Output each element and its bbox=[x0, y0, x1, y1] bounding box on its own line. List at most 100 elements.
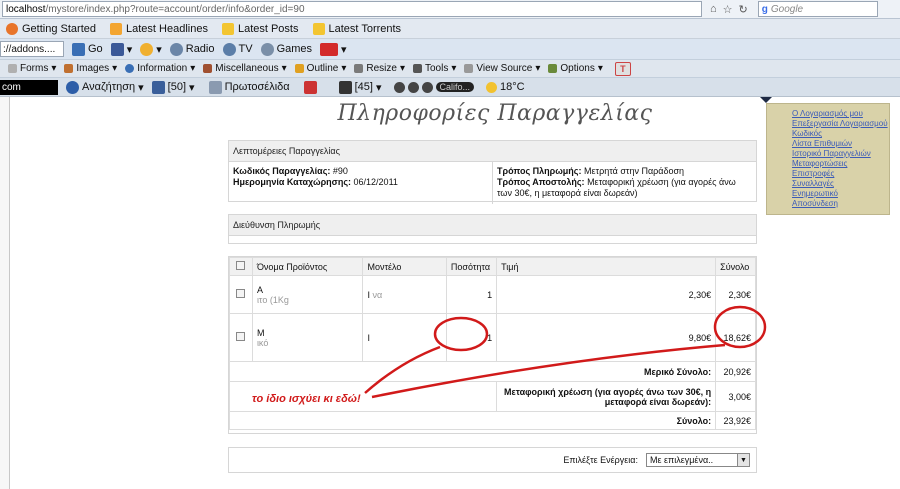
model-cell: Ι bbox=[362, 313, 447, 362]
menu-miscellaneous[interactable]: Miscellaneous ▾ bbox=[203, 63, 287, 74]
menu-tools[interactable]: Tools ▾ bbox=[413, 63, 456, 74]
bookmark-label: Latest Torrents bbox=[328, 22, 402, 35]
menu-label: Miscellaneous bbox=[215, 63, 279, 74]
col-product-name: Όνομα Προϊόντος bbox=[251, 257, 364, 276]
bookmark-latest-torrents[interactable]: Latest Torrents bbox=[312, 22, 402, 35]
menu-resize[interactable]: Resize ▾ bbox=[354, 63, 405, 74]
action-select[interactable]: Με επιλεγμένα.. ▼ bbox=[646, 453, 750, 467]
feed-icon bbox=[110, 22, 122, 35]
left-sidebar-edge bbox=[0, 97, 10, 489]
firefox-icon bbox=[6, 22, 18, 35]
folder-icon bbox=[312, 22, 325, 35]
go-button[interactable]: Go bbox=[72, 42, 103, 56]
menu-label: Resize bbox=[366, 63, 397, 74]
menu-label: Information bbox=[137, 63, 188, 74]
subtotal-label: Μερικό Σύνολο: bbox=[228, 361, 717, 382]
home-news-label: Πρωτοσέλιδα bbox=[224, 81, 290, 93]
menu-view-source[interactable]: View Source ▾ bbox=[464, 63, 540, 74]
row-checkbox[interactable] bbox=[236, 289, 246, 298]
summary-label: Μεταφορική χρέωση (για αγορές άνω των 30… bbox=[504, 386, 712, 407]
menu-link-logout[interactable]: Αποσύνδεση bbox=[792, 199, 889, 209]
page-title: Πληροφορίες Παραγγελίας bbox=[337, 101, 653, 126]
model-extra: να bbox=[372, 289, 383, 300]
temperature: 18°C bbox=[500, 81, 525, 93]
product-name-extra: ιτο (1Kg bbox=[256, 294, 289, 305]
games-label: Games bbox=[276, 43, 313, 55]
media-player[interactable]: Califo... bbox=[393, 81, 475, 93]
menu-options[interactable]: Options ▾ bbox=[548, 63, 603, 74]
menu-link-password[interactable]: Κωδικός bbox=[792, 129, 889, 139]
bookmark-label: Latest Headlines bbox=[126, 22, 208, 35]
bookmark-label: Latest Posts bbox=[237, 22, 299, 35]
payment-method-label: Τρόπος Πληρωμής: bbox=[497, 166, 582, 176]
table-row: Αιτο (1Kg Ι να 1 2,30€ 2,30€ bbox=[229, 275, 756, 314]
weather-widget[interactable]: 18°C bbox=[486, 81, 525, 93]
col-total: Σύνολο bbox=[715, 257, 756, 276]
arrow-right-icon bbox=[72, 42, 85, 56]
player-track: Califo... bbox=[435, 82, 475, 92]
total-cell: 18,62€ bbox=[715, 313, 756, 362]
menu-information[interactable]: Information ▾ bbox=[125, 63, 195, 74]
menu-label: Outline bbox=[306, 63, 339, 74]
rss-button[interactable]: [50] ▾ bbox=[151, 80, 195, 94]
menu-label: Images bbox=[76, 63, 110, 74]
summary-row: Σύνολο: 23,92€ bbox=[228, 411, 756, 430]
star-icon[interactable]: ☆ bbox=[723, 3, 733, 16]
menu-link-downloads[interactable]: Μεταφορτώσεις bbox=[792, 159, 889, 169]
menu-outline[interactable]: Outline ▾ bbox=[294, 63, 346, 74]
account-menu: Ο Λογαριασμός μου Επεξεργασία Λογαριασμο… bbox=[766, 103, 890, 215]
bookmark-latest-headlines[interactable]: Latest Headlines bbox=[110, 22, 208, 35]
home-icon[interactable]: ⌂ bbox=[710, 3, 717, 15]
menu-link-newsletter[interactable]: Ενημερωτικό bbox=[792, 189, 889, 199]
toolbar-search-input[interactable]: com bbox=[0, 79, 58, 95]
annotation-text: το ίδιο ισχύει κι εδώ! bbox=[252, 393, 361, 405]
address-input[interactable]: localhost/mystore/index.php?route=accoun… bbox=[2, 1, 702, 17]
price-cell: 2,30€ bbox=[496, 275, 717, 314]
menu-label: Forms bbox=[20, 63, 49, 74]
reload-icon[interactable]: ↻ bbox=[739, 3, 748, 16]
mail-button[interactable]: [45] ▾ bbox=[338, 80, 382, 94]
options-icon bbox=[548, 64, 558, 73]
radio-button[interactable]: Radio bbox=[169, 42, 215, 56]
bookmark-getting-started[interactable]: Getting Started bbox=[6, 22, 96, 35]
select-all-checkbox[interactable] bbox=[236, 261, 246, 270]
url-icons: ⌂ ☆ ↻ bbox=[710, 3, 748, 16]
quantity-cell: 1 bbox=[445, 275, 498, 314]
model: Ι bbox=[367, 332, 370, 343]
rss-count: [50] bbox=[167, 81, 187, 93]
youtube-button[interactable]: ▾ bbox=[320, 42, 347, 56]
addon-search-input[interactable]: ://addons.... bbox=[0, 41, 64, 57]
menu-label: View Source bbox=[476, 63, 533, 74]
play-icon bbox=[407, 81, 419, 93]
summary-label: Σύνολο: bbox=[676, 415, 712, 426]
products-box: Όνομα Προϊόντος Μοντέλο Ποσότητα Τιμή Σύ… bbox=[228, 256, 757, 434]
resize-icon bbox=[354, 64, 364, 73]
menu-link-edit-account[interactable]: Επεξεργασία Λογαριασμού bbox=[792, 119, 889, 129]
menu-link-my-account[interactable]: Ο Λογαριασμός μου bbox=[792, 109, 889, 119]
menu-images[interactable]: Images ▾ bbox=[64, 63, 117, 74]
go-label: Go bbox=[88, 43, 103, 55]
menu-link-wishlist[interactable]: Λίστα Επιθυμιών bbox=[792, 139, 889, 149]
tv-button[interactable]: TV bbox=[222, 42, 253, 56]
grand-total-value: 23,92€ bbox=[715, 411, 756, 430]
row-checkbox[interactable] bbox=[236, 332, 246, 341]
calendar-button[interactable] bbox=[303, 80, 317, 94]
payment-method: Μετρητά στην Παράδοση bbox=[584, 166, 685, 176]
bookmark-latest-posts[interactable]: Latest Posts bbox=[221, 22, 299, 35]
prev-icon bbox=[393, 81, 405, 93]
weather-button[interactable]: ▾ bbox=[140, 42, 162, 56]
menu-forms[interactable]: Forms ▾ bbox=[8, 63, 56, 74]
facebook-button[interactable]: ▾ bbox=[110, 42, 132, 56]
search-input[interactable]: g Google bbox=[757, 1, 878, 17]
tv-label: TV bbox=[238, 43, 253, 55]
sun-icon bbox=[486, 81, 498, 93]
product-name-extra: ικό bbox=[256, 337, 269, 348]
menu-link-transactions[interactable]: Συναλλαγές bbox=[792, 179, 889, 189]
menu-link-order-history[interactable]: Ιστορικό Παραγγελιών bbox=[792, 149, 889, 159]
games-button[interactable]: Games bbox=[260, 42, 313, 56]
t-button[interactable]: T bbox=[614, 61, 631, 76]
home-news-button[interactable]: Πρωτοσέλιδα bbox=[208, 80, 290, 94]
menu-link-returns[interactable]: Επιστροφές bbox=[792, 169, 889, 179]
url-host: localhost bbox=[6, 3, 46, 15]
search-button[interactable]: Αναζήτηση ▾ bbox=[66, 80, 144, 94]
